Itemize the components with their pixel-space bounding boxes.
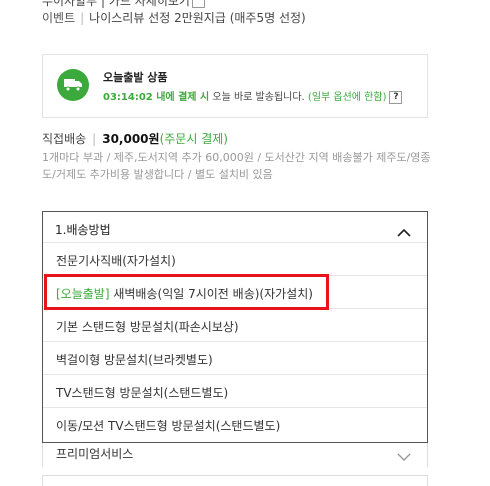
deadline-countdown: 03:14:02 내에 결제 시 [103, 92, 210, 103]
event-label: 이벤트 [42, 11, 76, 25]
option-label: TV스탠드형 방문설치(스탠드별도) [56, 386, 229, 400]
dropdown-option[interactable]: TV스탠드형 방문설치(스탠드별도) [43, 375, 427, 408]
option-label: 전문기사직배(자가설치) [56, 254, 176, 268]
event-text: 나이스리뷰 선정 2만원지급 (매주5명 선정) [89, 11, 306, 25]
divider: | [80, 11, 85, 25]
today-delivery-title: 오늘출발 상품 [103, 71, 168, 84]
option-label: 새벽배송(익일 7시이전 배송)(자가설치) [109, 287, 313, 301]
shipping-row: 직접배송 | 30,000원(주문시 결제) [42, 130, 228, 147]
option-tag: [오늘출발] [56, 287, 110, 301]
dropdown-option[interactable]: 전문기사직배(자가설치) [43, 243, 427, 276]
option-label: 벽걸이형 방문설치(브라켓별도) [56, 353, 213, 367]
divider: | [92, 132, 97, 146]
option-label: 이동/모션 TV스탠드형 방문설치(스탠드별도) [56, 419, 281, 433]
today-delivery-text: 오늘 바로 발송됩니다. [212, 92, 305, 103]
dropdown-option[interactable]: 기본 스탠드형 방문설치(파손시보상) [43, 309, 427, 342]
exception-note: (일부 옵션에 한함) [307, 92, 387, 103]
truck-icon [57, 69, 89, 101]
truncated-header-row: 무이자할부 | 카드 자세히보기 [42, 0, 205, 9]
shipping-method-dropdown[interactable]: 1.배송방법 전문기사직배(자가설치) [오늘출발] 새벽배송(익일 7시이전 … [42, 211, 428, 443]
help-icon[interactable]: ? [389, 90, 403, 104]
premium-service-label: 프리미엄서비스 [56, 447, 134, 461]
event-row: 이벤트 | 나이스리뷰 선정 2만원지급 (매주5명 선정) [42, 9, 306, 26]
payment-note: (주문시 결제) [159, 132, 228, 146]
chevron-up-icon[interactable] [397, 222, 411, 241]
dropdown-option[interactable]: 이동/모션 TV스탠드형 방문설치(스탠드별도) [43, 408, 427, 441]
option-label: 기본 스탠드형 방문설치(파손시보상) [56, 320, 239, 334]
dropdown-option[interactable]: 벽걸이형 방문설치(브라켓별도) [43, 342, 427, 375]
shipping-note: 1개마다 부과 / 제주,도서지역 추가 60,000원 / 도서산간 지역 배… [42, 151, 431, 181]
next-option-select[interactable] [42, 475, 428, 486]
truncated-header-text: 무이자할부 | 카드 자세히보기 [42, 0, 190, 8]
dropdown-header[interactable]: 1.배송방법 [43, 212, 427, 243]
help-icon[interactable] [191, 0, 205, 8]
dropdown-option[interactable]: [오늘출발] 새벽배송(익일 7시이전 배송)(자가설치) [43, 276, 427, 309]
dropdown-title: 1.배송방법 [55, 223, 111, 237]
premium-service-select[interactable]: 프리미엄서비스 [42, 443, 428, 467]
today-delivery-box: 오늘출발 상품 03:14:02 내에 결제 시 오늘 바로 발송됩니다. (일… [42, 54, 428, 118]
shipping-price: 30,000원 [102, 132, 160, 146]
today-delivery-desc: 03:14:02 내에 결제 시 오늘 바로 발송됩니다. (일부 옵션에 한함… [103, 88, 403, 104]
chevron-down-icon[interactable] [397, 447, 411, 466]
shipping-label: 직접배송 [42, 132, 87, 146]
